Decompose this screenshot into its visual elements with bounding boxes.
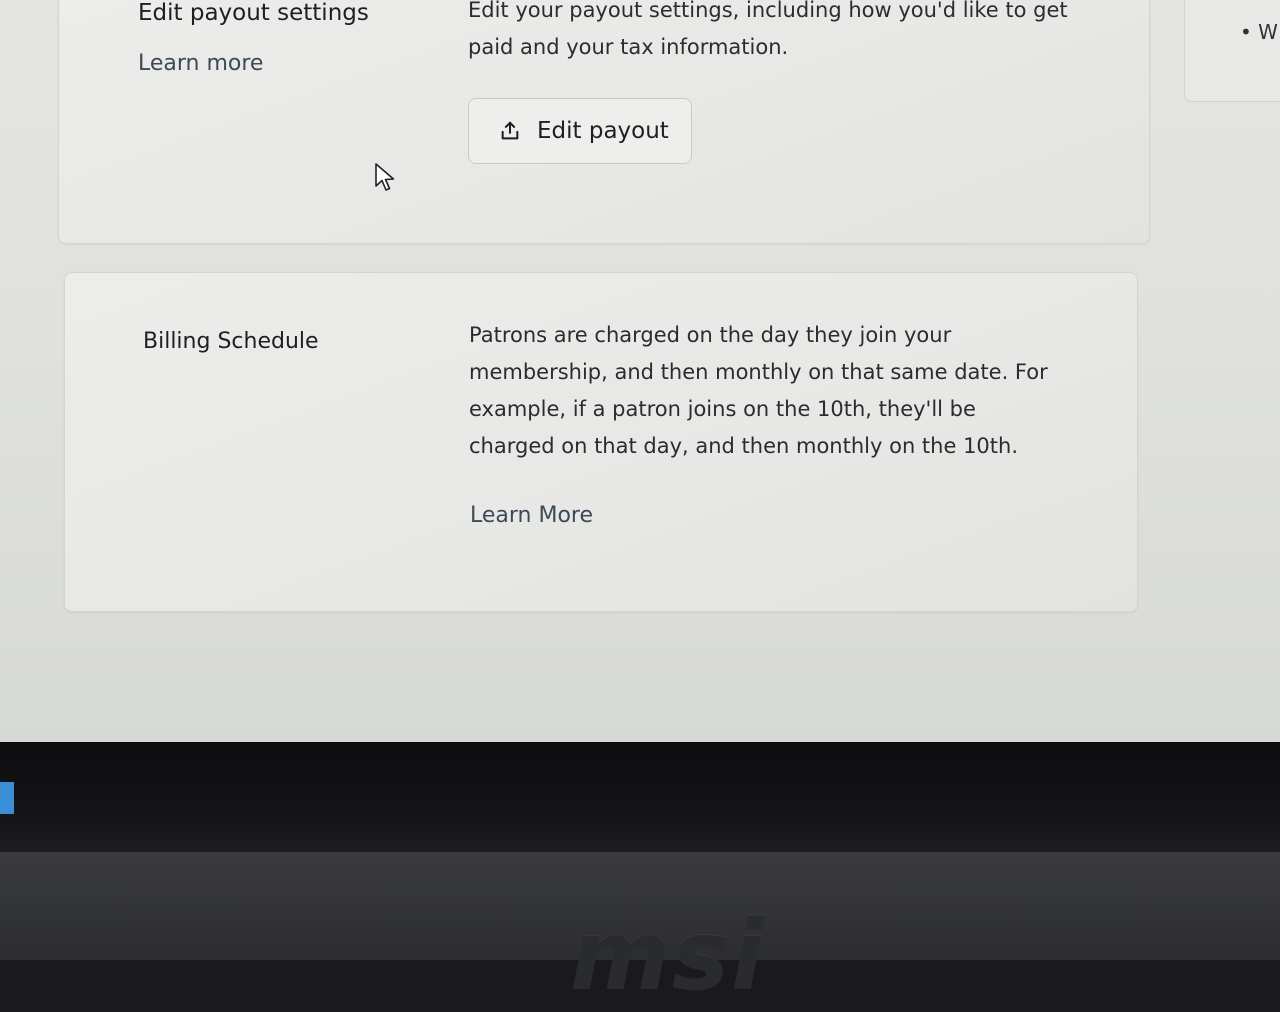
payout-learn-more-link[interactable]: Learn more [138,51,263,76]
billing-schedule-title: Billing Schedule [143,329,319,354]
edit-payout-label: Edit payout [537,118,669,144]
mouse-cursor-icon [375,163,395,191]
browser-viewport: Edit payout settings Learn more Edit you… [0,0,1280,742]
edit-payout-button[interactable]: Edit payout [468,98,692,164]
msi-logo: msi [570,900,767,1012]
screen-bottom-edge [0,742,1280,852]
payout-settings-description: Edit your payout settings, including how… [468,0,1068,59]
right-side-panel [1184,0,1280,102]
billing-learn-more-link[interactable]: Learn More [470,503,593,528]
billing-schedule-description: Patrons are charged on the day they join… [469,323,1048,458]
payout-settings-title: Edit payout settings [138,0,369,26]
taskbar-app-icon[interactable] [0,782,14,814]
right-panel-list-item: • W [1240,20,1278,44]
upload-icon [501,121,519,140]
